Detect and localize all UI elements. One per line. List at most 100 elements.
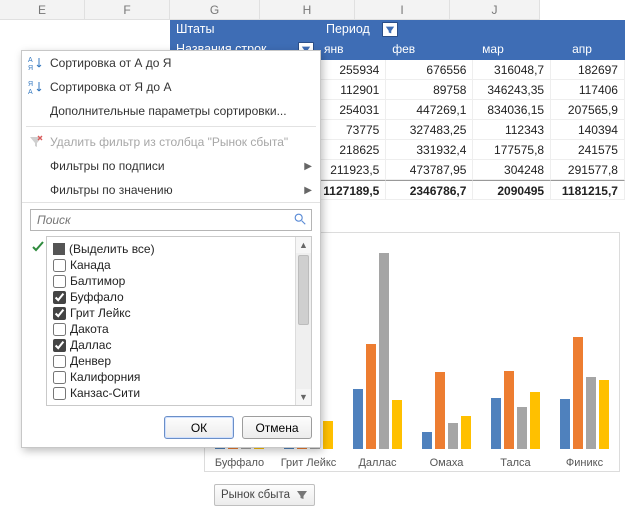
bar[interactable]: [435, 372, 445, 449]
column-header[interactable]: G: [170, 0, 260, 20]
submenu-arrow-icon: ▶: [304, 161, 312, 172]
scroll-thumb[interactable]: [298, 255, 309, 325]
sort-az-icon: АЯ: [28, 55, 44, 71]
chart-field-button[interactable]: Рынок сбыта: [214, 484, 315, 506]
checklist-item[interactable]: Канзас-Сити: [53, 385, 291, 401]
checklist-item[interactable]: Даллас: [53, 337, 291, 353]
menu-sort-za[interactable]: ЯА Сортировка от Я до А: [22, 75, 320, 99]
check-icon: [31, 240, 45, 254]
data-cell[interactable]: 254031: [320, 100, 386, 120]
checklist-item[interactable]: Канада: [53, 257, 291, 273]
month-header[interactable]: фев: [388, 40, 478, 58]
period-filter-icon[interactable]: [382, 22, 398, 37]
scrollbar[interactable]: ▲ ▼: [295, 237, 311, 405]
data-cell[interactable]: 73775: [320, 120, 386, 140]
data-cell[interactable]: 112901: [320, 80, 386, 100]
data-cell[interactable]: 1127189,5: [320, 180, 386, 200]
x-axis-label: Омаха: [412, 457, 481, 469]
menu-sort-more[interactable]: Дополнительные параметры сортировки...: [22, 99, 320, 123]
bar[interactable]: [491, 398, 501, 449]
bar[interactable]: [560, 399, 570, 449]
data-cell[interactable]: 89758: [386, 80, 473, 100]
column-header[interactable]: J: [450, 0, 540, 20]
checklist-item[interactable]: Балтимор: [53, 273, 291, 289]
x-axis-label: Талса: [481, 457, 550, 469]
x-axis-label: Финикс: [550, 457, 619, 469]
checklist-item[interactable]: Грит Лейкс: [53, 305, 291, 321]
data-cell[interactable]: 447269,1: [386, 100, 473, 120]
data-cell[interactable]: 1181215,7: [551, 180, 625, 200]
pivot-period-label: Период: [320, 20, 376, 38]
data-cell[interactable]: 112343: [473, 120, 551, 140]
bar[interactable]: [448, 423, 458, 449]
clear-filter-icon: [28, 134, 44, 150]
data-cell[interactable]: 211923,5: [320, 160, 386, 180]
bar[interactable]: [530, 392, 540, 449]
checklist-item[interactable]: Калифорния: [53, 369, 291, 385]
data-cell[interactable]: 304248: [473, 160, 551, 180]
data-cell[interactable]: 140394: [551, 120, 625, 140]
scroll-down-icon[interactable]: ▼: [296, 389, 311, 405]
menu-separator: [26, 126, 316, 127]
data-cell[interactable]: 2090495: [473, 180, 551, 200]
menu-value-filters[interactable]: Фильтры по значению ▶: [22, 178, 320, 202]
column-header[interactable]: E: [0, 0, 85, 20]
data-cell[interactable]: 316048,7: [473, 60, 551, 80]
month-header[interactable]: апр: [568, 40, 625, 58]
bar[interactable]: [504, 371, 514, 449]
menu-label-filters[interactable]: Фильтры по подписи ▶: [22, 154, 320, 178]
bar[interactable]: [392, 400, 402, 449]
bar[interactable]: [353, 389, 363, 449]
data-cell[interactable]: 241575: [551, 140, 625, 160]
data-cell[interactable]: 182697: [551, 60, 625, 80]
column-header[interactable]: F: [85, 0, 170, 20]
bar[interactable]: [323, 421, 333, 449]
data-cell[interactable]: 676556: [386, 60, 473, 80]
data-cell[interactable]: 291577,8: [551, 160, 625, 180]
bar[interactable]: [586, 377, 596, 449]
select-all-item[interactable]: (Выделить все): [53, 241, 291, 257]
data-cell[interactable]: 255934: [320, 60, 386, 80]
checklist-item[interactable]: Буффало: [53, 289, 291, 305]
submenu-arrow-icon: ▶: [304, 185, 312, 196]
data-cell[interactable]: 2346786,7: [386, 180, 473, 200]
filter-context-menu: АЯ Сортировка от А до Я ЯА Сортировка от…: [21, 50, 321, 448]
bar[interactable]: [461, 416, 471, 449]
svg-text:Я: Я: [28, 81, 33, 88]
menu-clear-filter: Удалить фильтр из столбца "Рынок сбыта": [22, 130, 320, 154]
checklist-item[interactable]: Денвер: [53, 353, 291, 369]
data-cell[interactable]: 207565,9: [551, 100, 625, 120]
x-axis-label: Буффало: [205, 457, 274, 469]
data-cell[interactable]: 346243,35: [473, 80, 551, 100]
x-axis-label: Грит Лейкс: [274, 457, 343, 469]
bar[interactable]: [573, 337, 583, 449]
column-header[interactable]: H: [260, 0, 355, 20]
pivot-states-label: Штаты: [170, 20, 220, 38]
column-header[interactable]: I: [355, 0, 450, 20]
svg-text:А: А: [28, 89, 33, 95]
menu-sort-az[interactable]: АЯ Сортировка от А до Я: [22, 51, 320, 75]
data-cell[interactable]: 177575,8: [473, 140, 551, 160]
bar[interactable]: [379, 253, 389, 449]
search-input[interactable]: [30, 209, 312, 231]
x-axis-label: Даллас: [343, 457, 412, 469]
bar[interactable]: [366, 344, 376, 449]
bar[interactable]: [517, 407, 527, 449]
data-cell[interactable]: 117406: [551, 80, 625, 100]
ok-button[interactable]: ОК: [164, 416, 234, 439]
data-cell[interactable]: 834036,15: [473, 100, 551, 120]
filter-checklist[interactable]: (Выделить все)КанадаБалтиморБуффалоГрит …: [46, 236, 312, 406]
sort-za-icon: ЯА: [28, 79, 44, 95]
cancel-button[interactable]: Отмена: [242, 416, 312, 439]
checklist-item[interactable]: Дакота: [53, 321, 291, 337]
data-cell[interactable]: 331932,4: [386, 140, 473, 160]
bar[interactable]: [599, 380, 609, 449]
data-cell[interactable]: 218625: [320, 140, 386, 160]
bar[interactable]: [422, 432, 432, 449]
data-cell[interactable]: 327483,25: [386, 120, 473, 140]
scroll-up-icon[interactable]: ▲: [296, 237, 311, 253]
month-header[interactable]: мар: [478, 40, 568, 58]
data-cell[interactable]: 473787,95: [386, 160, 473, 180]
funnel-icon: [296, 489, 308, 501]
month-header[interactable]: янв: [320, 40, 388, 58]
